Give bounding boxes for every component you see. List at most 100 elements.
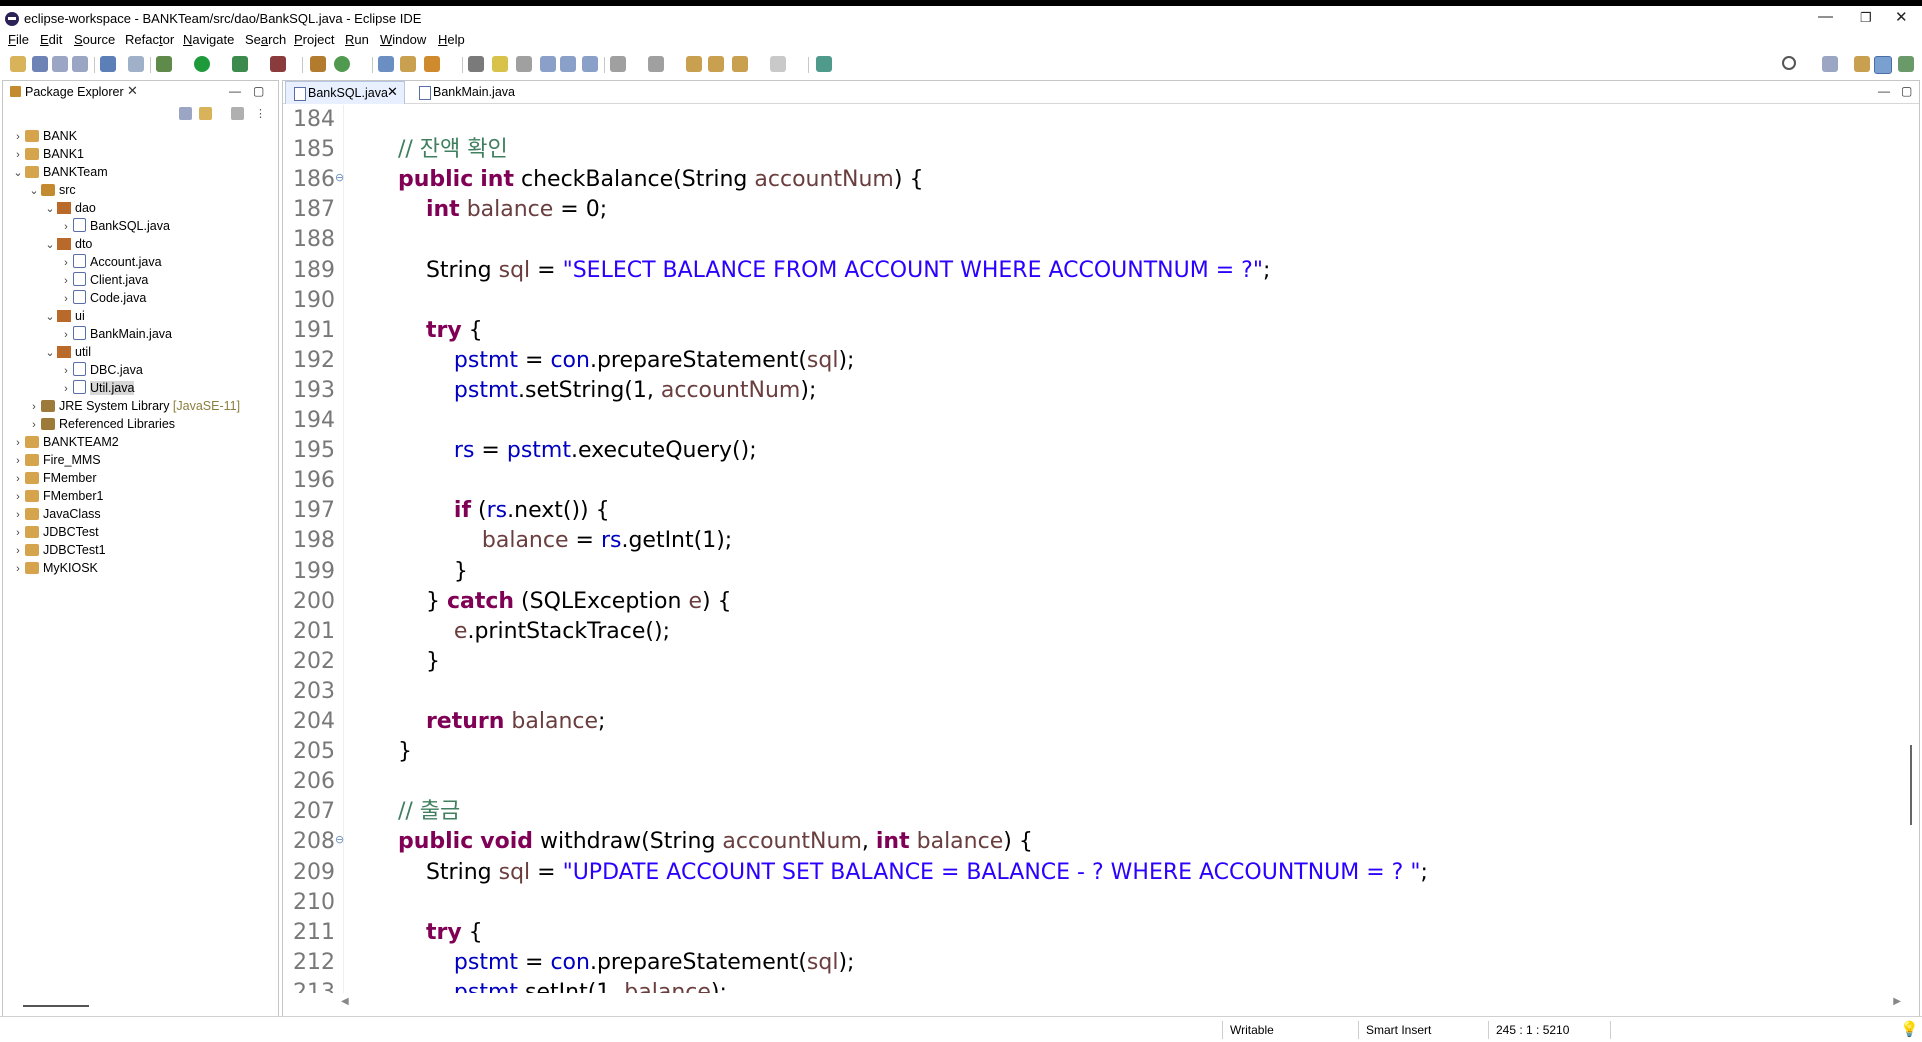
code-line[interactable]: 189 String sql = "SELECT BALANCE FROM AC…: [283, 256, 1883, 286]
code-line[interactable]: 199 }: [283, 557, 1883, 587]
expand-chevron-icon[interactable]: ⌄: [43, 236, 57, 254]
code-editor[interactable]: 184 185 // 잔액 확인 186 ⊖ public int checkBala…: [283, 105, 1903, 993]
code-line[interactable]: 191 try {: [283, 316, 1883, 346]
expand-chevron-icon[interactable]: ⌄: [27, 182, 41, 200]
tree-item[interactable]: › FMember1: [11, 487, 103, 505]
next-annotation-icon[interactable]: [610, 56, 626, 72]
collapse-chevron-icon[interactable]: ›: [11, 488, 25, 506]
tree-item[interactable]: › BANK: [11, 127, 77, 145]
code-line[interactable]: 208 ⊖ public void withdraw(String account…: [283, 827, 1883, 857]
tree-item[interactable]: ⌄ src: [27, 181, 75, 200]
maximize-button[interactable]: ❐: [1860, 10, 1872, 26]
expand-chevron-icon[interactable]: ⌄: [43, 308, 57, 326]
collapse-chevron-icon[interactable]: ›: [11, 452, 25, 470]
code-line[interactable]: 185 // 잔액 확인: [283, 135, 1883, 165]
whitespace-icon[interactable]: [582, 56, 598, 72]
back-icon[interactable]: [732, 56, 748, 72]
scroll-thumb[interactable]: [1910, 745, 1912, 825]
menu-refactor[interactable]: Refactor: [125, 32, 174, 47]
save-icon[interactable]: [32, 56, 48, 72]
menu-window[interactable]: Window: [380, 32, 426, 47]
tree-item[interactable]: ⌄ dto: [43, 235, 92, 253]
tree-item[interactable]: ⌄ dao: [43, 199, 95, 218]
code-line[interactable]: 187 int balance = 0;: [283, 195, 1883, 225]
collapse-chevron-icon[interactable]: ›: [11, 542, 25, 560]
collapse-chevron-icon[interactable]: ›: [27, 398, 41, 416]
collapse-chevron-icon[interactable]: ›: [11, 560, 25, 578]
tree-item[interactable]: › Util.java: [59, 379, 135, 398]
tree-item[interactable]: › DBC.java: [59, 361, 143, 379]
minimize-button[interactable]: —: [1818, 8, 1833, 25]
collapse-chevron-icon[interactable]: ›: [59, 218, 73, 236]
menu-project[interactable]: Project: [294, 32, 334, 47]
tree-item[interactable]: › JRE System Library [JavaSE-11]: [27, 397, 240, 415]
code-line[interactable]: 209 String sql = "UPDATE ACCOUNT SET BAL…: [283, 858, 1883, 888]
code-line[interactable]: 205 }: [283, 737, 1883, 767]
code-line[interactable]: 203: [283, 677, 1883, 707]
expand-chevron-icon[interactable]: ⌄: [43, 344, 57, 362]
code-line[interactable]: 206: [283, 767, 1883, 797]
menu-help[interactable]: Help: [438, 32, 465, 47]
tab-banksql-java[interactable]: BankSQL.java ✕: [285, 81, 405, 104]
toggle-mark-icon[interactable]: [540, 56, 556, 72]
debug-perspective-icon[interactable]: [1898, 56, 1914, 72]
code-line[interactable]: 188: [283, 225, 1883, 255]
filters-icon[interactable]: [231, 107, 244, 120]
tree-item[interactable]: › BankSQL.java: [59, 217, 170, 235]
last-edit-icon[interactable]: [686, 56, 702, 72]
tree-item[interactable]: › Client.java: [59, 271, 148, 289]
block-selection-icon[interactable]: [516, 56, 532, 72]
close-tab-icon[interactable]: ✕: [387, 84, 398, 100]
scroll-left-icon[interactable]: ◀: [341, 996, 349, 1007]
minimize-editor-icon[interactable]: —: [1878, 84, 1890, 98]
scroll-right-icon[interactable]: ▶: [1893, 996, 1901, 1007]
debug-icon[interactable]: [156, 56, 172, 72]
collapse-chevron-icon[interactable]: ›: [27, 416, 41, 434]
collapse-chevron-icon[interactable]: ›: [59, 380, 73, 398]
tree-item[interactable]: › Code.java: [59, 289, 146, 307]
tree-item[interactable]: › BANKTEAM2: [11, 433, 119, 451]
expand-chevron-icon[interactable]: ⌄: [43, 200, 57, 218]
prev-annotation-icon[interactable]: [648, 56, 664, 72]
code-line[interactable]: 190: [283, 286, 1883, 316]
code-line[interactable]: 184: [283, 105, 1883, 135]
menu-source[interactable]: Source: [74, 32, 115, 47]
code-line[interactable]: 210: [283, 888, 1883, 918]
code-line[interactable]: 186 ⊖ public int checkBalance(String acco…: [283, 165, 1883, 195]
open-type-icon[interactable]: [378, 56, 394, 72]
java-ee-perspective-icon[interactable]: [1854, 56, 1870, 72]
menu-search[interactable]: Search: [245, 32, 286, 47]
terminal-icon[interactable]: [100, 56, 116, 72]
forward-icon[interactable]: [770, 56, 786, 72]
code-line[interactable]: 212 pstmt = con.prepareStatement(sql);: [283, 948, 1883, 978]
code-line[interactable]: 196: [283, 466, 1883, 496]
collapse-chevron-icon[interactable]: ›: [11, 128, 25, 146]
tree-item[interactable]: › JavaClass: [11, 505, 101, 523]
code-line[interactable]: 198 balance = rs.getInt(1);: [283, 526, 1883, 556]
code-line[interactable]: 202 }: [283, 647, 1883, 677]
external-tools-icon[interactable]: [270, 56, 286, 72]
print-icon[interactable]: [72, 56, 88, 72]
maximize-view-icon[interactable]: ▢: [253, 84, 264, 98]
code-line[interactable]: 193 pstmt.setString(1, accountNum);: [283, 376, 1883, 406]
collapse-chevron-icon[interactable]: ›: [11, 146, 25, 164]
code-line[interactable]: 194: [283, 406, 1883, 436]
coverage-icon[interactable]: [232, 56, 248, 72]
view-menu-icon[interactable]: ⋮: [255, 107, 268, 120]
save-all-icon[interactable]: [52, 56, 68, 72]
code-line[interactable]: 195 rs = pstmt.executeQuery();: [283, 436, 1883, 466]
menu-file[interactable]: File: [8, 32, 29, 47]
close-button[interactable]: ✕: [1895, 8, 1908, 26]
tree-item[interactable]: › BANK1: [11, 145, 84, 163]
open-task-icon[interactable]: [400, 56, 416, 72]
code-line[interactable]: 204 return balance;: [283, 707, 1883, 737]
tree-item[interactable]: ⌄ ui: [43, 307, 84, 326]
new-class-icon[interactable]: [334, 56, 350, 72]
code-line[interactable]: 201 e.printStackTrace();: [283, 617, 1883, 647]
menu-run[interactable]: Run: [345, 32, 369, 47]
tree-item[interactable]: › Referenced Libraries: [27, 415, 175, 433]
tree-item[interactable]: ⌄ BANKTeam: [11, 163, 107, 181]
code-line[interactable]: 207 // 출금: [283, 797, 1883, 827]
menu-navigate[interactable]: Navigate: [183, 32, 234, 47]
tree-item[interactable]: › FMember: [11, 469, 96, 487]
